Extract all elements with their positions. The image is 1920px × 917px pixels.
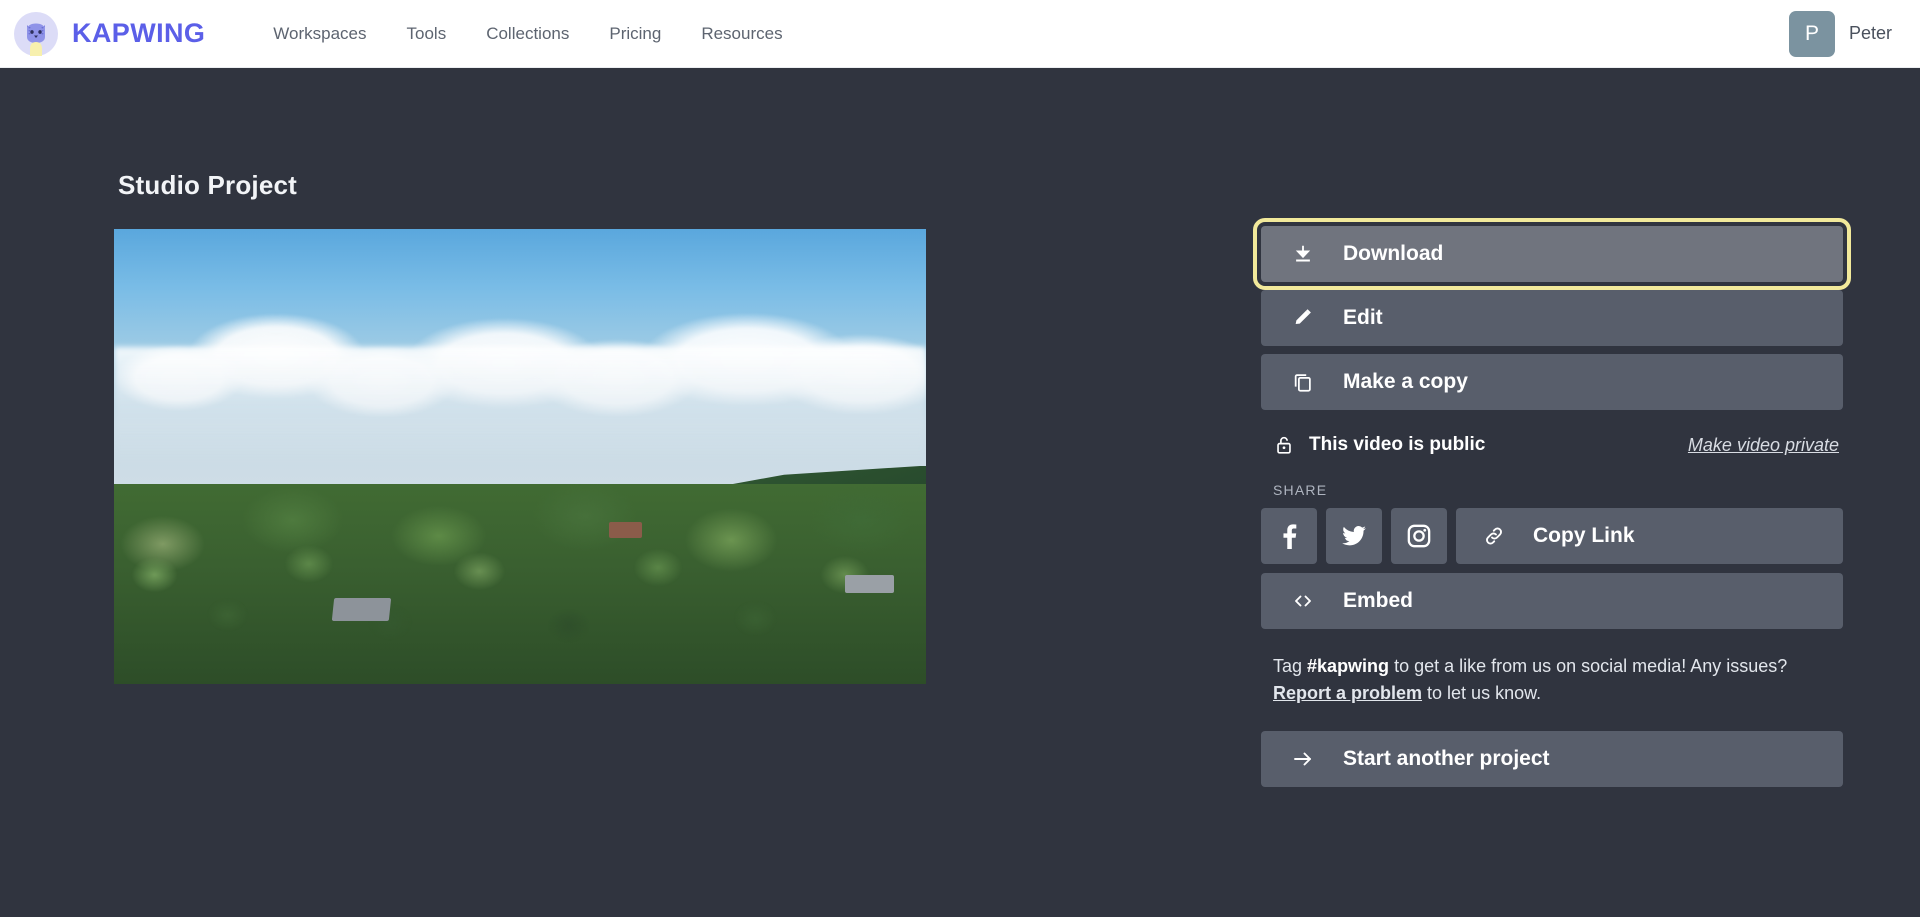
edit-button-label: Edit <box>1343 306 1383 329</box>
site-header: KAPWING Workspaces Tools Collections Pri… <box>0 0 1920 68</box>
download-button-label: Download <box>1343 242 1444 265</box>
nav-item-tools[interactable]: Tools <box>407 24 447 44</box>
share-buttons-row: Copy Link <box>1261 508 1843 564</box>
share-section-label: SHARE <box>1273 482 1328 498</box>
embed-button[interactable]: Embed <box>1261 573 1843 629</box>
video-preview[interactable] <box>114 229 926 684</box>
note-part-1: Tag <box>1273 656 1308 676</box>
copy-link-button-label: Copy Link <box>1533 524 1635 547</box>
main-navigation: Workspaces Tools Collections Pricing Res… <box>273 24 782 44</box>
content-columns: Download Edit Make a copy This video is … <box>0 218 1920 787</box>
link-icon <box>1482 524 1506 548</box>
edit-button[interactable]: Edit <box>1261 290 1843 346</box>
nav-item-workspaces[interactable]: Workspaces <box>273 24 366 44</box>
note-part-2: to get a like from us on social media! A… <box>1389 656 1788 676</box>
share-instagram-button[interactable] <box>1391 508 1447 564</box>
facebook-icon <box>1276 523 1302 549</box>
copy-link-button[interactable]: Copy Link <box>1456 508 1843 564</box>
start-another-project-button[interactable]: Start another project <box>1261 731 1843 787</box>
share-twitter-button[interactable] <box>1326 508 1382 564</box>
duplicate-icon <box>1291 370 1315 394</box>
nav-item-resources[interactable]: Resources <box>701 24 782 44</box>
make-a-copy-button-label: Make a copy <box>1343 370 1468 393</box>
video-thumbnail-image <box>114 229 926 684</box>
embed-button-label: Embed <box>1343 589 1414 612</box>
nav-item-pricing[interactable]: Pricing <box>609 24 661 44</box>
twitter-icon <box>1341 523 1367 549</box>
make-video-private-link[interactable]: Make video private <box>1688 435 1839 456</box>
action-panel: Download Edit Make a copy This video is … <box>1253 218 1851 787</box>
privacy-status-text: This video is public <box>1309 434 1486 455</box>
share-facebook-button[interactable] <box>1261 508 1317 564</box>
instagram-icon <box>1406 523 1432 549</box>
make-a-copy-button[interactable]: Make a copy <box>1261 354 1843 410</box>
user-menu[interactable]: P Peter <box>1788 10 1892 57</box>
download-button[interactable]: Download <box>1253 218 1851 290</box>
unlock-icon <box>1273 434 1295 456</box>
brand-logo-link[interactable]: KAPWING <box>14 11 206 56</box>
nav-item-collections[interactable]: Collections <box>486 24 569 44</box>
user-name: Peter <box>1848 23 1892 43</box>
note-hashtag: #kapwing <box>1307 656 1390 676</box>
page-title: Studio Project <box>118 170 298 200</box>
start-another-project-label: Start another project <box>1343 747 1550 770</box>
brand-name: KAPWING <box>72 18 206 48</box>
code-icon <box>1291 589 1315 613</box>
privacy-status-row: This video is public Make video private <box>1273 434 1843 456</box>
tag-note: Tag #kapwing to get a like from us on so… <box>1273 653 1833 707</box>
main-content: Studio Project Download Edit Make a copy… <box>0 68 1920 917</box>
arrow-right-icon <box>1291 747 1315 771</box>
avatar: P <box>1788 10 1835 57</box>
download-icon <box>1291 242 1315 266</box>
note-part-3: to let us know. <box>1422 683 1542 703</box>
cat-logo-icon <box>14 11 58 56</box>
report-a-problem-link[interactable]: Report a problem <box>1273 683 1422 703</box>
pencil-icon <box>1291 306 1315 330</box>
